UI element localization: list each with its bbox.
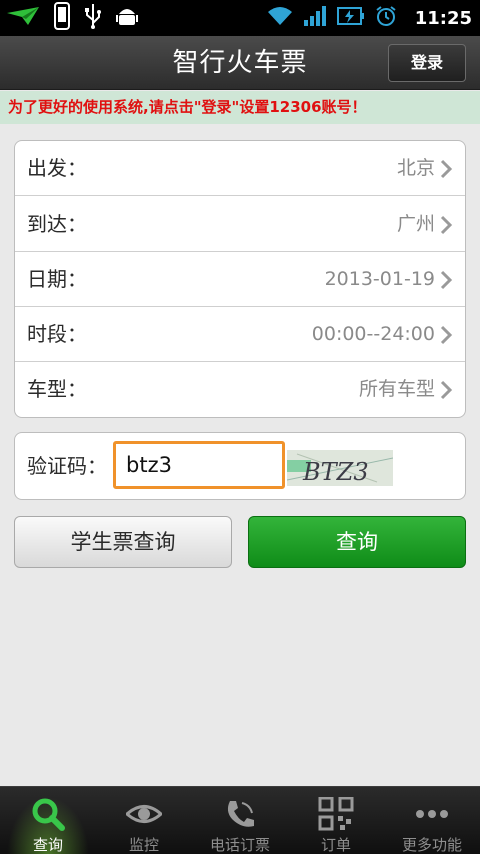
captcha-section: 验证码： BTZ3 <box>14 432 466 500</box>
tab-orders[interactable]: 订单 <box>288 787 384 854</box>
captcha-image-text: BTZ3 <box>302 458 369 486</box>
tab-query[interactable]: 查询 <box>0 787 96 854</box>
captcha-image[interactable]: BTZ3 <box>287 450 393 486</box>
tab-label: 查询 <box>32 836 63 854</box>
row-departure[interactable]: 出发： 北京 <box>15 141 465 196</box>
row-label: 到达： <box>27 212 87 236</box>
row-label: 车型： <box>27 377 87 401</box>
tab-more[interactable]: 更多功能 <box>384 787 480 854</box>
row-time-slot[interactable]: 时段： 00:00--24:00 <box>15 307 465 362</box>
phone-icon <box>227 801 254 827</box>
row-value: 2013-01-19 <box>324 268 435 290</box>
captcha-label: 验证码： <box>27 454 107 478</box>
row-label: 出发： <box>27 156 87 180</box>
tab-monitor[interactable]: 监控 <box>96 787 192 854</box>
captcha-input[interactable] <box>113 441 285 489</box>
app-notification-icon <box>6 5 40 31</box>
alarm-icon <box>375 5 397 31</box>
row-date[interactable]: 日期： 2013-01-19 <box>15 252 465 307</box>
student-ticket-query-button[interactable]: 学生票查询 <box>14 516 232 568</box>
tab-label: 电话订票 <box>209 836 270 854</box>
title-bar: 智行火车票 登录 <box>0 36 480 90</box>
more-icon <box>416 810 448 818</box>
login-notice[interactable]: 为了更好的使用系统,请点击"登录"设置12306账号！ <box>0 91 480 124</box>
tab-label: 更多功能 <box>401 836 462 854</box>
tab-phone-booking[interactable]: 电话订票 <box>192 787 288 854</box>
search-form: 出发： 北京 到达： 广州 日期： 2013-01-19 时段： 00:00--… <box>14 140 466 418</box>
android-icon <box>116 4 138 32</box>
row-arrival[interactable]: 到达： 广州 <box>15 197 465 252</box>
battery-icon <box>336 6 365 30</box>
eye-icon <box>126 805 162 823</box>
qr-code-icon <box>318 797 354 831</box>
bottom-tab-bar: 查询 监控 电话订票 订单 更多功能 <box>0 786 480 854</box>
row-label: 时段： <box>27 322 87 346</box>
chevron-right-icon <box>440 380 453 400</box>
chevron-right-icon <box>440 325 453 345</box>
row-value: 北京 <box>396 157 435 179</box>
row-label: 日期： <box>27 267 87 291</box>
wifi-icon <box>267 5 293 31</box>
row-value: 所有车型 <box>358 378 435 400</box>
usb-icon <box>84 3 102 33</box>
query-button[interactable]: 查询 <box>248 516 466 568</box>
chevron-right-icon <box>440 270 453 290</box>
row-value: 00:00--24:00 <box>311 323 435 345</box>
tab-label: 监控 <box>128 836 159 854</box>
chevron-right-icon <box>440 159 453 179</box>
status-time: 11:25 <box>414 7 472 29</box>
row-train-type[interactable]: 车型： 所有车型 <box>15 362 465 417</box>
tab-label: 订单 <box>320 836 351 854</box>
phone-device-icon <box>54 2 70 34</box>
search-icon <box>32 798 65 831</box>
status-bar: 11:25 <box>0 0 480 36</box>
signal-icon <box>303 5 327 31</box>
login-button[interactable]: 登录 <box>388 44 466 82</box>
row-value: 广州 <box>396 213 435 235</box>
chevron-right-icon <box>440 215 453 235</box>
